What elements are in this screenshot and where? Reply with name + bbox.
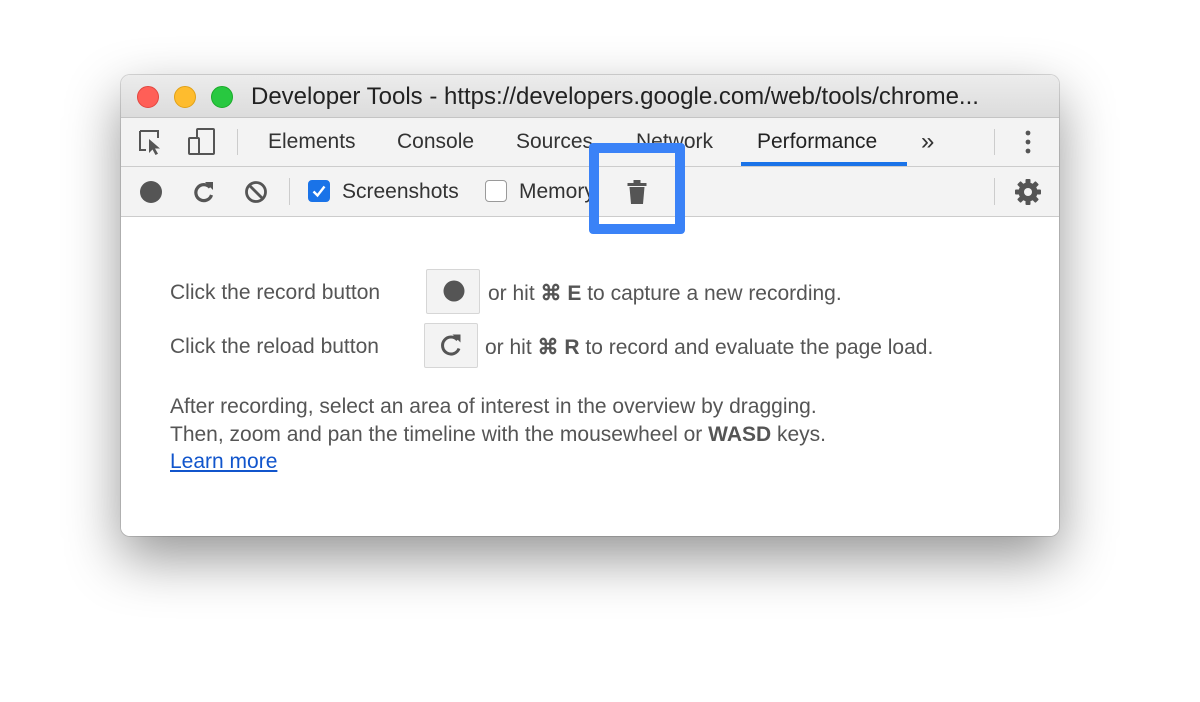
memory-label[interactable]: Memory [519, 167, 595, 216]
inspect-element-icon[interactable] [137, 128, 167, 156]
record-hint-button[interactable] [426, 269, 480, 314]
record-instruction: Click the record button [170, 281, 380, 305]
more-tabs-icon[interactable]: » [921, 118, 934, 166]
after-recording-line-2-post: keys. [777, 423, 827, 446]
record-shortcut: ⌘ E [540, 282, 582, 305]
learn-more-link[interactable]: Learn more [170, 450, 277, 474]
record-instruction-rest: or hit ⌘ E to capture a new recording. [488, 281, 842, 306]
checkmark-icon [312, 185, 326, 198]
memory-checkbox[interactable] [485, 180, 507, 202]
record-icon [443, 280, 465, 302]
window-title: Developer Tools - https://developers.goo… [251, 83, 979, 110]
kebab-menu-icon[interactable] [1022, 129, 1034, 155]
reload-hint-post: to record and evaluate the page load. [585, 336, 934, 359]
wasd-keys: WASD [708, 423, 772, 446]
tab-performance[interactable]: Performance [757, 118, 877, 166]
clear-icon[interactable] [243, 179, 269, 205]
reload-instruction-pre: Click the reload button [170, 335, 379, 358]
tab-separator-right [994, 129, 995, 155]
reload-hint-or-hit: or hit [485, 336, 532, 359]
performance-landing-page: Click the record button or hit ⌘ E to ca… [121, 217, 1059, 536]
record-icon[interactable] [139, 180, 163, 204]
active-tab-indicator [741, 162, 907, 166]
reload-instruction: Click the reload button [170, 335, 379, 359]
toolbar-separator-right [994, 178, 995, 205]
toolbar-separator [289, 178, 290, 205]
tab-console[interactable]: Console [397, 118, 474, 166]
tab-sources[interactable]: Sources [516, 118, 593, 166]
reload-instruction-rest: or hit ⌘ R to record and evaluate the pa… [485, 335, 933, 360]
after-recording-line-2: Then, zoom and pan the timeline with the… [170, 423, 826, 447]
title-bar: Developer Tools - https://developers.goo… [121, 75, 1059, 118]
reload-shortcut: ⌘ R [537, 336, 580, 359]
close-window-button[interactable] [137, 86, 159, 108]
reload-hint-button[interactable] [424, 323, 478, 368]
screenshots-checkbox[interactable] [308, 180, 330, 202]
device-toolbar-icon[interactable] [185, 127, 217, 157]
tab-elements[interactable]: Elements [268, 118, 356, 166]
reload-icon[interactable] [191, 179, 217, 205]
zoom-window-button[interactable] [211, 86, 233, 108]
after-recording-line-1: After recording, select an area of inter… [170, 395, 817, 418]
after-recording-line-2-pre: Then, zoom and pan the timeline with the… [170, 423, 703, 446]
minimize-window-button[interactable] [174, 86, 196, 108]
record-hint-post: to capture a new recording. [587, 282, 842, 305]
record-instruction-pre: Click the record button [170, 281, 381, 304]
highlight-box [589, 143, 685, 234]
screenshots-label[interactable]: Screenshots [342, 167, 459, 216]
record-hint-or-hit: or hit [488, 282, 535, 305]
reload-icon [441, 334, 461, 356]
gear-icon[interactable] [1014, 178, 1042, 206]
tab-separator [237, 129, 238, 155]
